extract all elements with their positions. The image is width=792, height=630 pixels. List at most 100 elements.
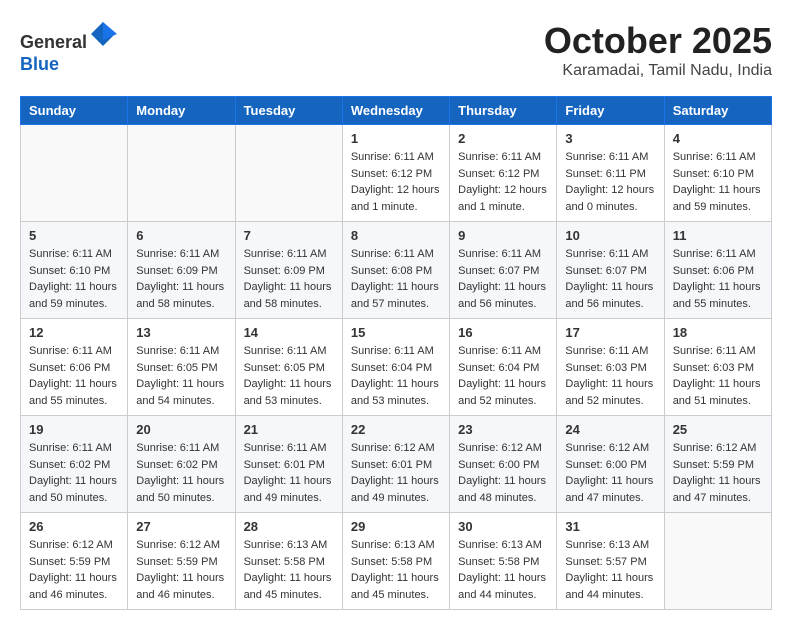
calendar-day-1: 1 Sunrise: 6:11 AMSunset: 6:12 PMDaylight… bbox=[342, 125, 449, 222]
calendar-day-23: 23 Sunrise: 6:12 AMSunset: 6:00 PMDayligh… bbox=[450, 416, 557, 513]
calendar-day-11: 11Sunrise: 6:11 AMSunset: 6:06 PMDayligh… bbox=[664, 222, 771, 319]
calendar-day-15: 15 Sunrise: 6:11 AMSunset: 6:04 PMDayligh… bbox=[342, 319, 449, 416]
day-number: 10 bbox=[565, 228, 655, 243]
logo: General Blue bbox=[20, 20, 117, 75]
weekday-header-tuesday: Tuesday bbox=[235, 97, 342, 125]
day-info: Sunrise: 6:13 AMSunset: 5:58 PMDaylight:… bbox=[244, 537, 334, 603]
weekday-header-saturday: Saturday bbox=[664, 97, 771, 125]
calendar-week-row: 19Sunrise: 6:11 AMSunset: 6:02 PMDayligh… bbox=[21, 416, 772, 513]
day-info: Sunrise: 6:11 AMSunset: 6:02 PMDaylight:… bbox=[136, 440, 226, 506]
calendar-day-17: 17 Sunrise: 6:11 AMSunset: 6:03 PMDayligh… bbox=[557, 319, 664, 416]
calendar-day-18: 18Sunrise: 6:11 AMSunset: 6:03 PMDayligh… bbox=[664, 319, 771, 416]
weekday-header-wednesday: Wednesday bbox=[342, 97, 449, 125]
day-number: 13 bbox=[136, 325, 226, 340]
calendar-day-7: 7 Sunrise: 6:11 AMSunset: 6:09 PMDaylight… bbox=[235, 222, 342, 319]
day-info: Sunrise: 6:11 AMSunset: 6:08 PMDaylight:… bbox=[351, 246, 441, 312]
calendar-table: SundayMondayTuesdayWednesdayThursdayFrid… bbox=[20, 96, 772, 610]
day-number: 26 bbox=[29, 519, 119, 534]
day-number: 20 bbox=[136, 422, 226, 437]
day-number: 21 bbox=[244, 422, 334, 437]
calendar-week-row: 1 Sunrise: 6:11 AMSunset: 6:12 PMDaylight… bbox=[21, 125, 772, 222]
calendar-day-25: 25 Sunrise: 6:12 AMSunset: 5:59 PMDayligh… bbox=[664, 416, 771, 513]
day-info: Sunrise: 6:11 AMSunset: 6:03 PMDaylight:… bbox=[565, 343, 655, 409]
day-info: Sunrise: 6:12 AMSunset: 6:00 PMDaylight:… bbox=[565, 440, 655, 506]
day-info: Sunrise: 6:11 AMSunset: 6:04 PMDaylight:… bbox=[351, 343, 441, 409]
page-header: General Blue October 2025 Karamadai, Tam… bbox=[20, 20, 772, 80]
day-info: Sunrise: 6:11 AMSunset: 6:12 PMDaylight:… bbox=[458, 149, 548, 215]
calendar-empty bbox=[664, 513, 771, 610]
weekday-header-sunday: Sunday bbox=[21, 97, 128, 125]
logo-blue: Blue bbox=[20, 54, 59, 74]
day-info: Sunrise: 6:11 AMSunset: 6:06 PMDaylight:… bbox=[673, 246, 763, 312]
day-number: 15 bbox=[351, 325, 441, 340]
calendar-day-19: 19Sunrise: 6:11 AMSunset: 6:02 PMDayligh… bbox=[21, 416, 128, 513]
day-number: 5 bbox=[29, 228, 119, 243]
day-info: Sunrise: 6:11 AMSunset: 6:07 PMDaylight:… bbox=[458, 246, 548, 312]
calendar-day-20: 20 Sunrise: 6:11 AMSunset: 6:02 PMDayligh… bbox=[128, 416, 235, 513]
weekday-header-thursday: Thursday bbox=[450, 97, 557, 125]
day-number: 27 bbox=[136, 519, 226, 534]
day-number: 29 bbox=[351, 519, 441, 534]
day-info: Sunrise: 6:11 AMSunset: 6:12 PMDaylight:… bbox=[351, 149, 441, 215]
day-number: 1 bbox=[351, 131, 441, 146]
location: Karamadai, Tamil Nadu, India bbox=[544, 62, 772, 80]
day-number: 25 bbox=[673, 422, 763, 437]
day-info: Sunrise: 6:11 AMSunset: 6:09 PMDaylight:… bbox=[136, 246, 226, 312]
day-number: 12 bbox=[29, 325, 119, 340]
calendar-day-14: 14Sunrise: 6:11 AMSunset: 6:05 PMDayligh… bbox=[235, 319, 342, 416]
weekday-header-friday: Friday bbox=[557, 97, 664, 125]
calendar-day-10: 10 Sunrise: 6:11 AMSunset: 6:07 PMDayligh… bbox=[557, 222, 664, 319]
day-info: Sunrise: 6:11 AMSunset: 6:09 PMDaylight:… bbox=[244, 246, 334, 312]
calendar-day-26: 26 Sunrise: 6:12 AMSunset: 5:59 PMDayligh… bbox=[21, 513, 128, 610]
calendar-day-2: 2 Sunrise: 6:11 AMSunset: 6:12 PMDaylight… bbox=[450, 125, 557, 222]
day-info: Sunrise: 6:12 AMSunset: 6:00 PMDaylight:… bbox=[458, 440, 548, 506]
calendar-day-12: 12 Sunrise: 6:11 AMSunset: 6:06 PMDayligh… bbox=[21, 319, 128, 416]
day-info: Sunrise: 6:13 AMSunset: 5:57 PMDaylight:… bbox=[565, 537, 655, 603]
calendar-day-9: 9 Sunrise: 6:11 AMSunset: 6:07 PMDaylight… bbox=[450, 222, 557, 319]
calendar-day-3: 3Sunrise: 6:11 AMSunset: 6:11 PMDaylight… bbox=[557, 125, 664, 222]
calendar-day-24: 24Sunrise: 6:12 AMSunset: 6:00 PMDayligh… bbox=[557, 416, 664, 513]
calendar-day-6: 6 Sunrise: 6:11 AMSunset: 6:09 PMDaylight… bbox=[128, 222, 235, 319]
calendar-day-22: 22Sunrise: 6:12 AMSunset: 6:01 PMDayligh… bbox=[342, 416, 449, 513]
calendar-day-21: 21 Sunrise: 6:11 AMSunset: 6:01 PMDayligh… bbox=[235, 416, 342, 513]
day-number: 9 bbox=[458, 228, 548, 243]
weekday-header-monday: Monday bbox=[128, 97, 235, 125]
day-info: Sunrise: 6:11 AMSunset: 6:10 PMDaylight:… bbox=[29, 246, 119, 312]
day-info: Sunrise: 6:12 AMSunset: 5:59 PMDaylight:… bbox=[29, 537, 119, 603]
day-number: 17 bbox=[565, 325, 655, 340]
day-info: Sunrise: 6:13 AMSunset: 5:58 PMDaylight:… bbox=[458, 537, 548, 603]
calendar-day-16: 16 Sunrise: 6:11 AMSunset: 6:04 PMDayligh… bbox=[450, 319, 557, 416]
day-number: 7 bbox=[244, 228, 334, 243]
day-info: Sunrise: 6:11 AMSunset: 6:03 PMDaylight:… bbox=[673, 343, 763, 409]
calendar-empty bbox=[128, 125, 235, 222]
day-info: Sunrise: 6:11 AMSunset: 6:04 PMDaylight:… bbox=[458, 343, 548, 409]
day-info: Sunrise: 6:11 AMSunset: 6:06 PMDaylight:… bbox=[29, 343, 119, 409]
calendar-week-row: 26 Sunrise: 6:12 AMSunset: 5:59 PMDayligh… bbox=[21, 513, 772, 610]
calendar-empty bbox=[235, 125, 342, 222]
day-number: 3 bbox=[565, 131, 655, 146]
day-number: 2 bbox=[458, 131, 548, 146]
day-number: 16 bbox=[458, 325, 548, 340]
calendar-day-29: 29Sunrise: 6:13 AMSunset: 5:58 PMDayligh… bbox=[342, 513, 449, 610]
day-info: Sunrise: 6:11 AMSunset: 6:07 PMDaylight:… bbox=[565, 246, 655, 312]
calendar-empty bbox=[21, 125, 128, 222]
weekday-header-row: SundayMondayTuesdayWednesdayThursdayFrid… bbox=[21, 97, 772, 125]
month-title: October 2025 bbox=[544, 20, 772, 62]
day-info: Sunrise: 6:11 AMSunset: 6:10 PMDaylight:… bbox=[673, 149, 763, 215]
day-number: 28 bbox=[244, 519, 334, 534]
day-number: 6 bbox=[136, 228, 226, 243]
day-number: 23 bbox=[458, 422, 548, 437]
calendar-day-8: 8Sunrise: 6:11 AMSunset: 6:08 PMDaylight… bbox=[342, 222, 449, 319]
day-info: Sunrise: 6:12 AMSunset: 5:59 PMDaylight:… bbox=[673, 440, 763, 506]
day-info: Sunrise: 6:11 AMSunset: 6:01 PMDaylight:… bbox=[244, 440, 334, 506]
day-number: 30 bbox=[458, 519, 548, 534]
calendar-week-row: 5 Sunrise: 6:11 AMSunset: 6:10 PMDaylight… bbox=[21, 222, 772, 319]
day-number: 31 bbox=[565, 519, 655, 534]
calendar-day-31: 31 Sunrise: 6:13 AMSunset: 5:57 PMDayligh… bbox=[557, 513, 664, 610]
day-info: Sunrise: 6:11 AMSunset: 6:05 PMDaylight:… bbox=[136, 343, 226, 409]
day-info: Sunrise: 6:12 AMSunset: 5:59 PMDaylight:… bbox=[136, 537, 226, 603]
calendar-day-28: 28 Sunrise: 6:13 AMSunset: 5:58 PMDayligh… bbox=[235, 513, 342, 610]
calendar-day-30: 30 Sunrise: 6:13 AMSunset: 5:58 PMDayligh… bbox=[450, 513, 557, 610]
day-number: 22 bbox=[351, 422, 441, 437]
logo-icon bbox=[89, 20, 117, 48]
